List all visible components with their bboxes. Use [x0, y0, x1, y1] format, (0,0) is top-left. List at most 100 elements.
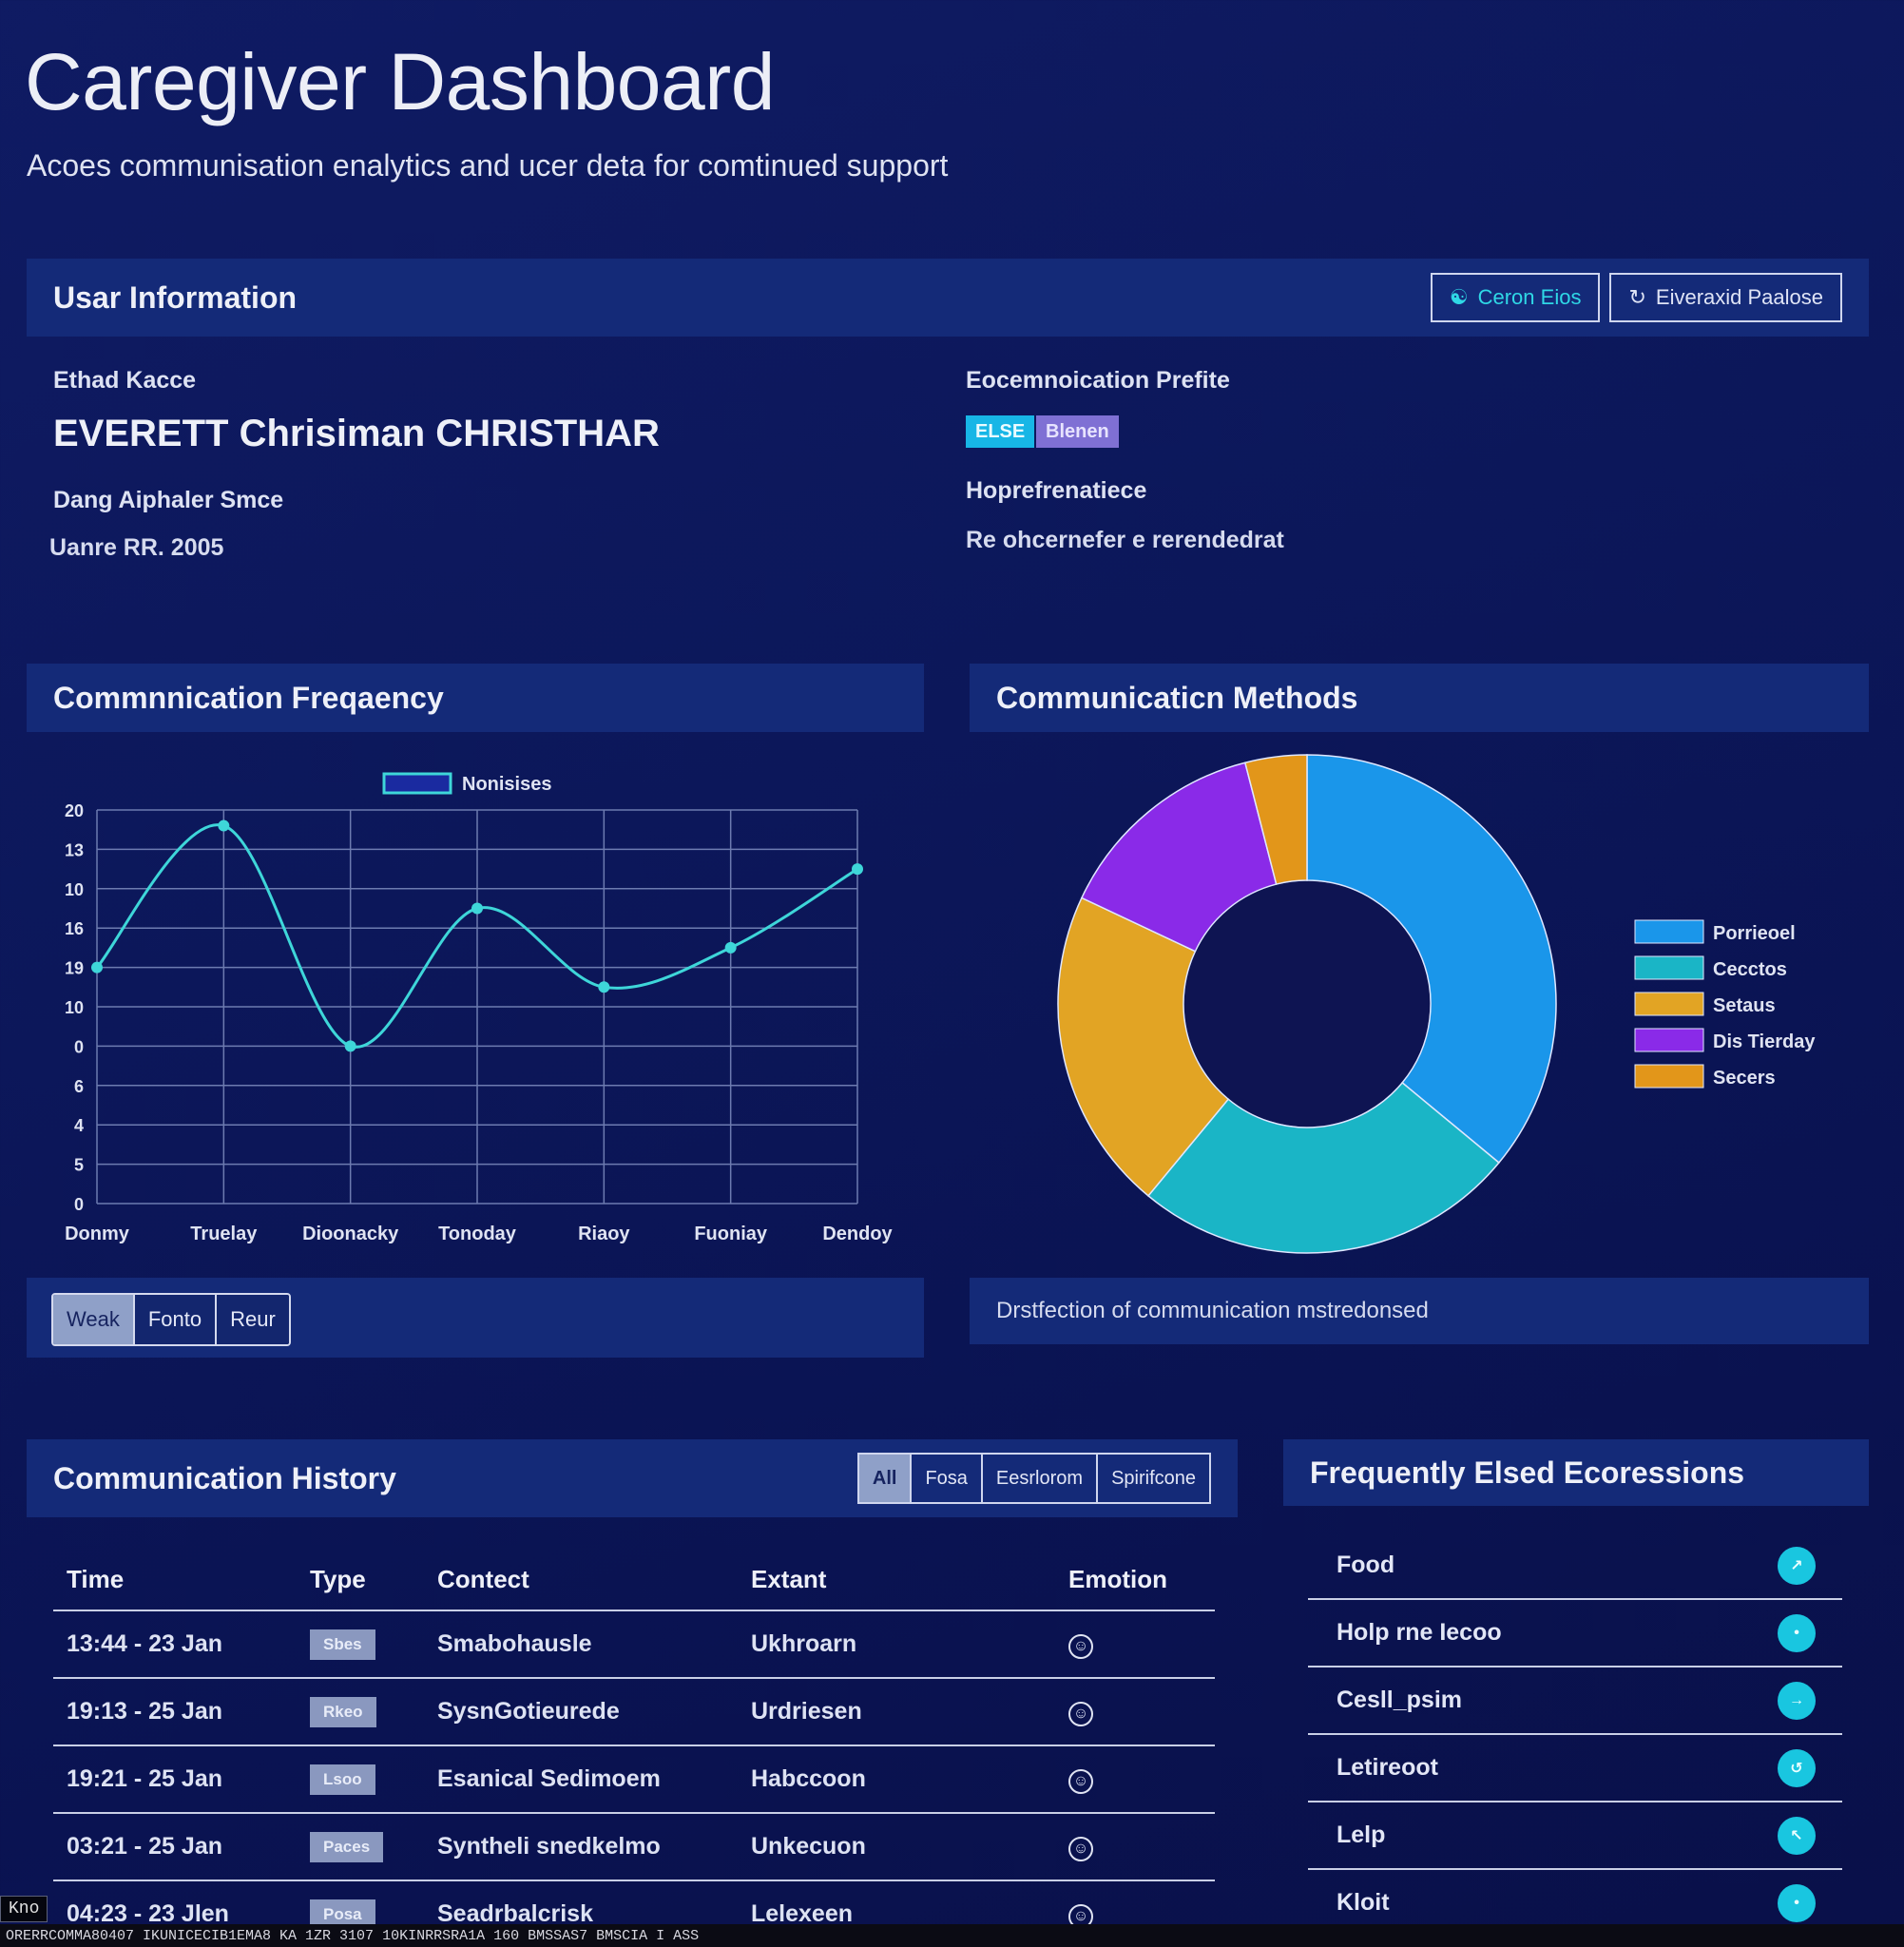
- x-tick-label: Tonoday: [438, 1224, 517, 1244]
- y-tick-label: 13: [65, 840, 84, 859]
- y-tick-label: 19: [65, 959, 84, 978]
- name-label: Ethad Kacce: [53, 367, 197, 394]
- type-chip: Lsoo: [310, 1764, 375, 1795]
- legend-label: Setaus: [1713, 995, 1776, 1016]
- refresh-profile-button[interactable]: ↻ Eiveraxid Paalose: [1609, 273, 1842, 322]
- y-tick-label: 10: [65, 998, 84, 1017]
- expression-label: Letireoot: [1337, 1754, 1438, 1781]
- user-info-actions: ☯ Ceron Eios ↻ Eiveraxid Paalose: [1430, 273, 1842, 322]
- table-row[interactable]: 19:13 - 25 Jan Rkeo SysnGotieurede Urdri…: [53, 1678, 1215, 1746]
- refresh-profile-label: Eiveraxid Paalose: [1655, 285, 1823, 309]
- filter-option-4[interactable]: Spirifcone: [1098, 1455, 1209, 1502]
- row-extent: Habccoon: [738, 1745, 1055, 1814]
- dot-icon[interactable]: •: [1778, 1613, 1816, 1652]
- comm-frequency-chart: Nonisises 0 5 4 6 0 10 19 16 10 13 20 Donmy Truelay Di…: [65, 772, 894, 1244]
- data-point[interactable]: [218, 819, 230, 832]
- contact-button[interactable]: ☯ Ceron Eios: [1430, 273, 1601, 322]
- arrow-icon[interactable]: →: [1778, 1681, 1816, 1720]
- legend-label: Porrieoel: [1713, 923, 1796, 944]
- x-tick-label: Riaoy: [578, 1224, 630, 1244]
- y-tick-label: 6: [74, 1077, 84, 1096]
- expression-item[interactable]: Food ↗: [1308, 1533, 1842, 1600]
- data-point[interactable]: [852, 863, 863, 876]
- expression-label: Cesll_psim: [1337, 1687, 1463, 1713]
- col-extent: Extant: [738, 1550, 1055, 1611]
- expressions-list: Food ↗ Holp rne Iecoo • Cesll_psim → Let…: [1308, 1533, 1842, 1937]
- user-info-title: Usar Information: [53, 280, 298, 315]
- range-option-week[interactable]: Weak: [53, 1295, 135, 1344]
- legend-item: Secers: [1634, 1064, 1776, 1089]
- preference-value: Re ohcernefer e rerendedrat: [966, 527, 1284, 553]
- history-title: Communication History: [53, 1460, 396, 1495]
- arrow-icon[interactable]: ↺: [1778, 1748, 1816, 1787]
- expression-label: Food: [1337, 1552, 1395, 1578]
- data-point[interactable]: [344, 1040, 356, 1052]
- table-row[interactable]: 13:44 - 23 Jan Sbes Smabohausle Ukhroarn…: [53, 1610, 1215, 1679]
- donut-hole: [1184, 881, 1430, 1127]
- legend-swatch: [1634, 992, 1704, 1016]
- arrow-icon[interactable]: •: [1778, 1883, 1816, 1922]
- data-point[interactable]: [598, 981, 610, 993]
- expression-label: Holp rne Iecoo: [1337, 1619, 1502, 1646]
- since-value: Uanre RR. 2005: [49, 534, 224, 561]
- legend-item: Dis Tierday: [1634, 1028, 1816, 1052]
- history-filter: All Fosa Eesrlorom Spirifcone: [856, 1453, 1211, 1504]
- statusbar-tag: Kno: [0, 1896, 48, 1922]
- legend-label: Nonisises: [462, 774, 551, 795]
- comm-frequency-footer: Weak Fonto Reur: [27, 1278, 924, 1358]
- x-tick-label: Fuoniay: [694, 1224, 768, 1244]
- data-point[interactable]: [724, 941, 737, 954]
- expression-item[interactable]: Lelp ↖: [1308, 1802, 1842, 1870]
- profile-tag-secondary: Blenen: [1036, 415, 1119, 448]
- user-name: EVERETT Chrisiman CHRISTHAR: [53, 413, 660, 454]
- arrow-icon[interactable]: ↖: [1778, 1816, 1816, 1855]
- table-row[interactable]: 19:21 - 25 Jan Lsoo Esanical Sedimoem Ha…: [53, 1745, 1215, 1814]
- filter-all[interactable]: All: [858, 1455, 913, 1502]
- expressions-title: Frequently Elsed Ecoressions: [1310, 1455, 1745, 1490]
- type-chip: Sbes: [310, 1629, 375, 1660]
- emotion-icon: ☺: [1068, 1634, 1093, 1659]
- since-label: Dang Aiphaler Smce: [53, 487, 284, 513]
- expressions-header: Frequently Elsed Ecoressions: [1283, 1439, 1869, 1506]
- col-type: Type: [297, 1550, 424, 1611]
- range-option-month[interactable]: Fonto: [134, 1295, 218, 1344]
- expression-item[interactable]: Letireoot ↺: [1308, 1735, 1842, 1802]
- legend-item: Nonisises: [382, 772, 551, 795]
- row-time: 19:21 - 25 Jan: [53, 1745, 297, 1814]
- y-tick-label: 0: [74, 1037, 84, 1056]
- y-tick-label: 16: [65, 919, 84, 938]
- expression-label: Kloit: [1337, 1889, 1390, 1916]
- row-time: 13:44 - 23 Jan: [53, 1610, 297, 1679]
- legend-item: Setaus: [1634, 992, 1776, 1016]
- type-chip: Rkeo: [310, 1697, 376, 1727]
- y-tick-label: 5: [74, 1156, 84, 1175]
- data-point[interactable]: [471, 902, 483, 915]
- expression-item[interactable]: Holp rne Iecoo •: [1308, 1600, 1842, 1667]
- refresh-icon: ↻: [1628, 285, 1646, 309]
- preference-label: Hoprefrenatiece: [966, 477, 1147, 504]
- legend-label: Cecctos: [1713, 959, 1787, 980]
- statusbar: ORERRCOMMA80407 IKUNICECIB1EMA8 KA 1ZR 3…: [0, 1924, 1904, 1947]
- comm-methods-chart: Porrieoel Cecctos Setaus Dis Tierday Secers: [1057, 754, 1816, 1254]
- profile-tag-primary: ELSE: [966, 415, 1035, 448]
- row-extent: Ukhroarn: [738, 1610, 1055, 1679]
- col-time: Time: [53, 1550, 297, 1611]
- table-row[interactable]: 03:21 - 25 Jan Paces Syntheli snedkelmo …: [53, 1813, 1215, 1881]
- legend-label: Secers: [1713, 1068, 1776, 1089]
- page-title: Caregiver Dashboard: [25, 37, 775, 126]
- row-content: SysnGotieurede: [424, 1678, 738, 1746]
- history-table: Time Type Contect Extant Emotion 13:44 -…: [53, 1550, 1215, 1947]
- arrow-icon[interactable]: ↗: [1778, 1546, 1816, 1585]
- emotion-icon: ☺: [1068, 1702, 1093, 1726]
- legend-label: Dis Tierday: [1713, 1031, 1816, 1052]
- data-point[interactable]: [91, 961, 103, 974]
- row-extent: Urdriesen: [738, 1678, 1055, 1746]
- filter-option-2[interactable]: Fosa: [912, 1455, 983, 1502]
- col-content: Contect: [424, 1550, 738, 1611]
- range-selector: Weak Fonto Reur: [51, 1293, 291, 1346]
- expression-item[interactable]: Cesll_psim →: [1308, 1667, 1842, 1735]
- filter-option-3[interactable]: Eesrlorom: [983, 1455, 1099, 1502]
- range-option-year[interactable]: Reur: [217, 1295, 289, 1344]
- row-content: Syntheli snedkelmo: [424, 1813, 738, 1881]
- y-tick-label: 20: [65, 801, 84, 820]
